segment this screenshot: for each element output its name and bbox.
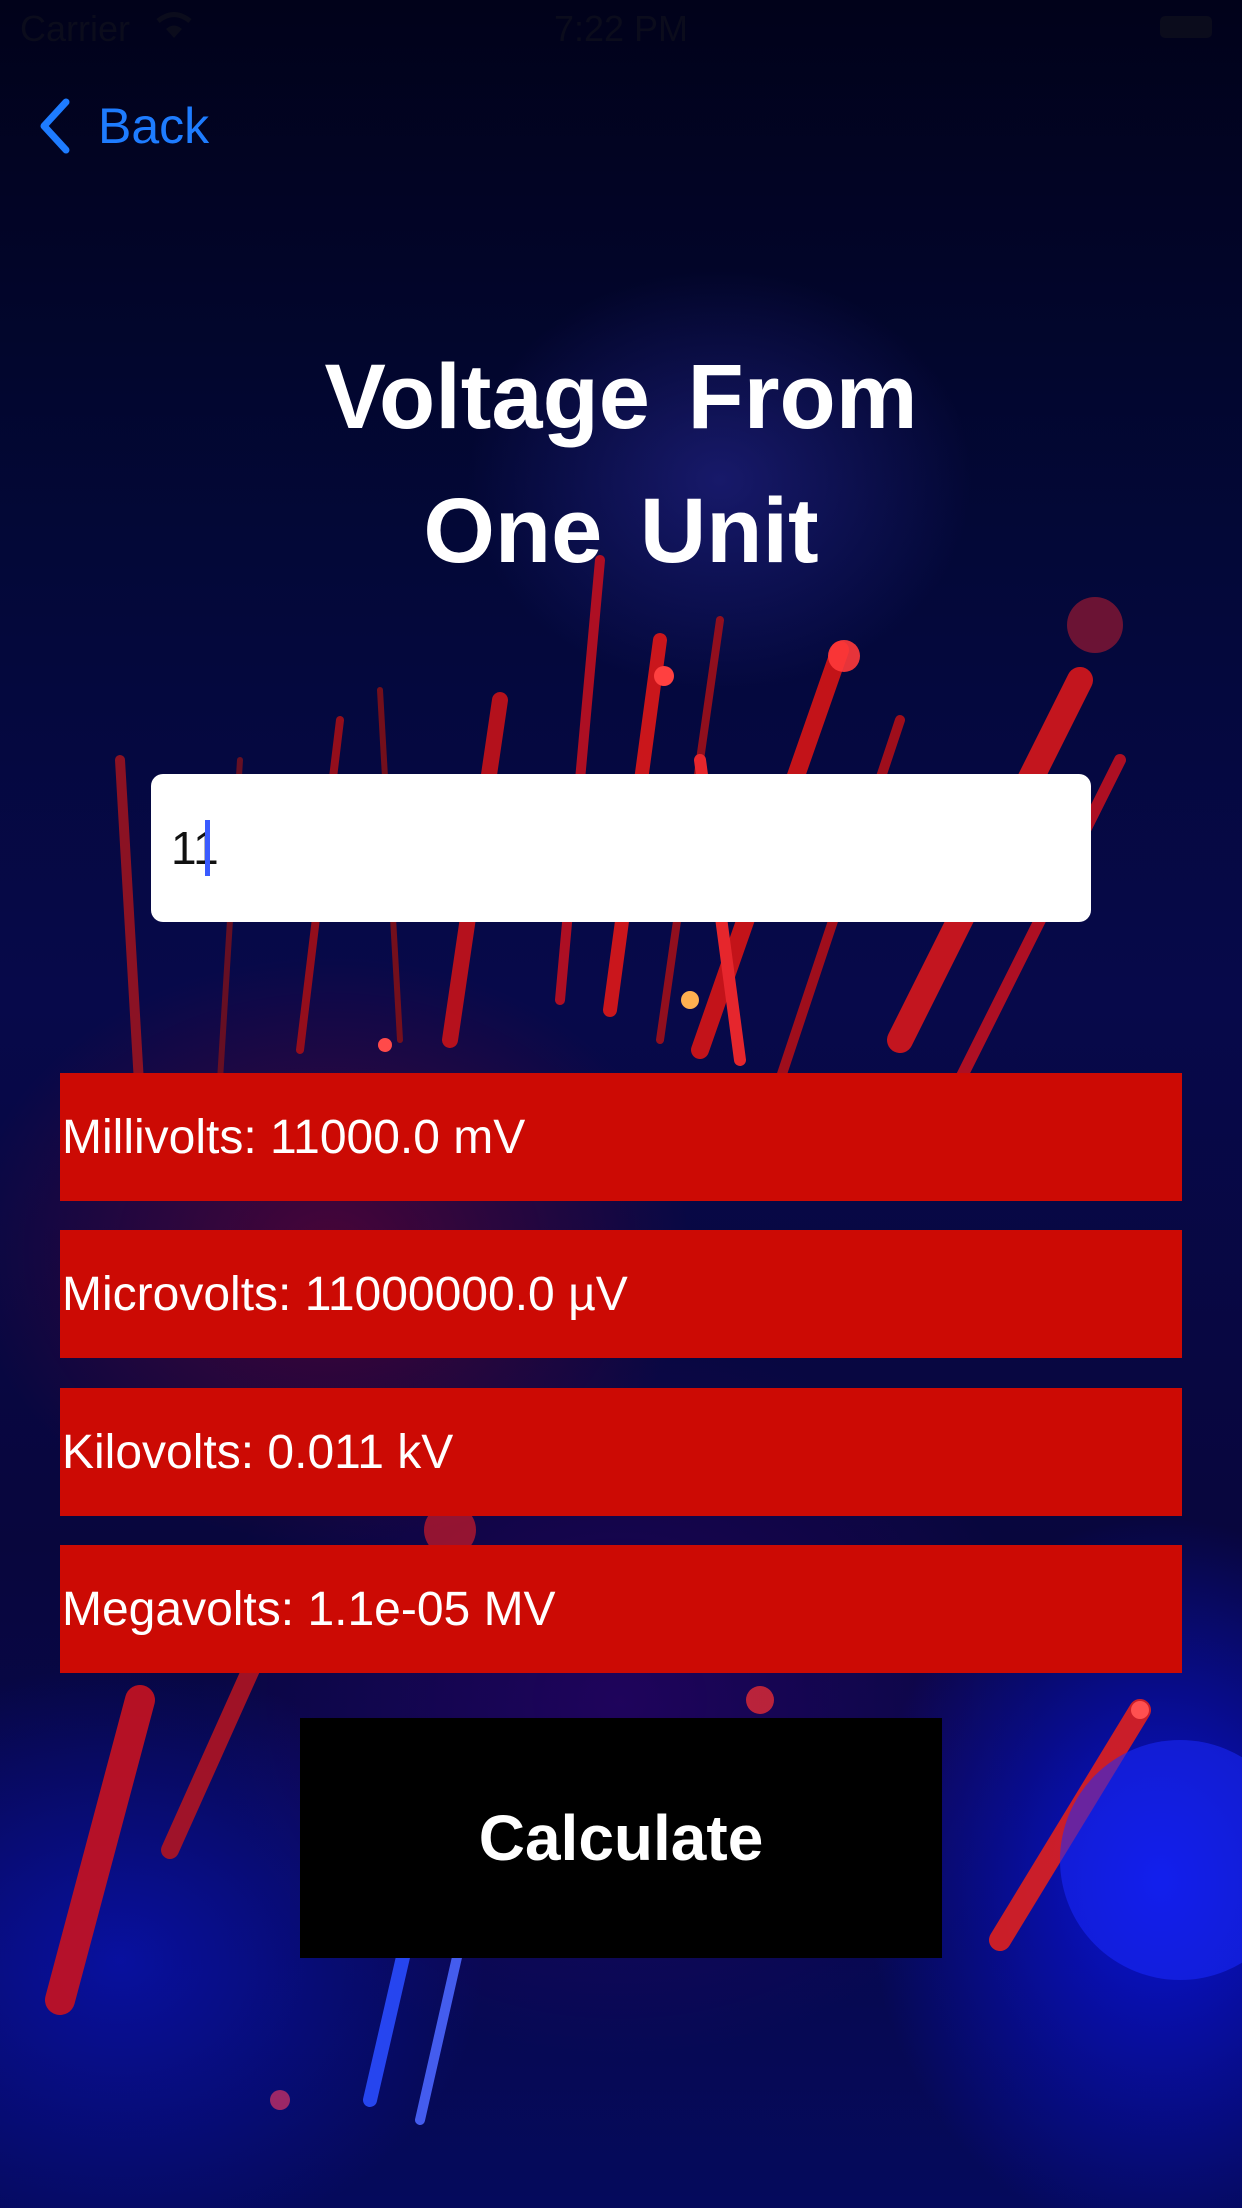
back-button[interactable]: Back xyxy=(36,96,209,156)
status-time: 7:22 PM xyxy=(553,8,689,49)
status-bar: Carrier 7:22 PM xyxy=(0,0,1242,60)
voltage-input[interactable] xyxy=(151,774,1091,922)
back-label: Back xyxy=(98,98,210,154)
result-kilovolts: Kilovolts: 0.011 kV xyxy=(60,1388,1182,1516)
battery-icon xyxy=(1160,16,1212,38)
page-title-line-2: One Unit xyxy=(423,480,819,582)
result-megavolts: Megavolts: 1.1e-05 MV xyxy=(60,1545,1182,1673)
calculate-button[interactable]: Calculate xyxy=(300,1718,942,1958)
result-millivolts: Millivolts: 11000.0 mV xyxy=(60,1073,1182,1201)
result-microvolts: Microvolts: 11000000.0 µV xyxy=(60,1230,1182,1358)
chevron-left-icon xyxy=(40,98,70,154)
page-title-line-1: Voltage From xyxy=(324,346,918,448)
text-cursor xyxy=(205,820,210,876)
page-title: Voltage From One Unit xyxy=(121,330,1121,598)
